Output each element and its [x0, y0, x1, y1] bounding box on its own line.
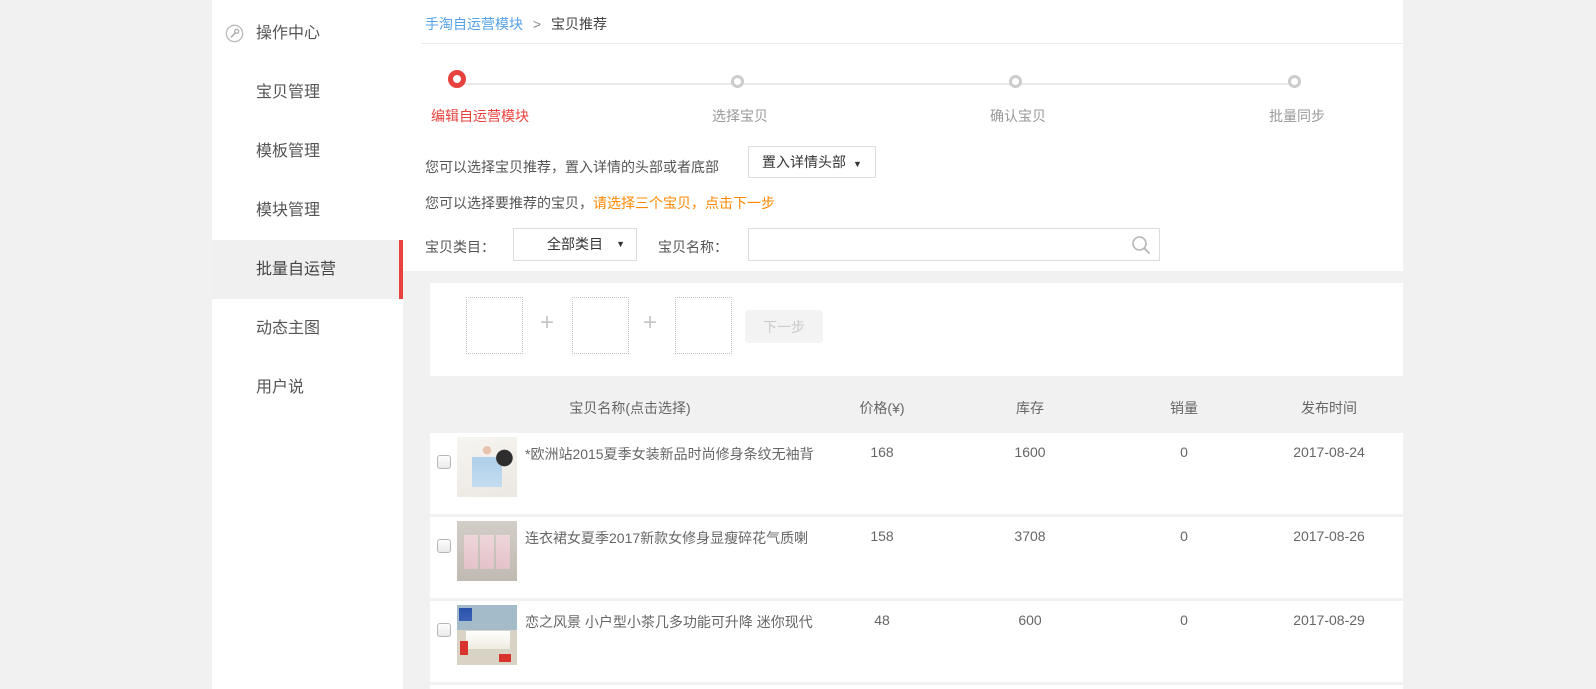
- row-checkbox[interactable]: [437, 623, 451, 637]
- sidebar: 操作中心宝贝管理模板管理模块管理批量自运营动态主图用户说: [212, 0, 403, 689]
- product-stock: 600: [1018, 612, 1041, 628]
- table-row-3[interactable]: 恋之风景 小户型小茶几多功能可升降 迷你现代 48 600 0 2017-08-29: [430, 601, 1403, 682]
- plus-icon: +: [639, 309, 661, 337]
- caret-down-icon: ▼: [616, 229, 625, 260]
- table-header-cell-1: 宝贝名称(点击选择): [569, 398, 690, 418]
- step-label-2: 选择宝贝: [660, 106, 820, 126]
- product-price: 168: [870, 444, 893, 460]
- step-dot-4: [1288, 75, 1301, 88]
- selection-hint-prefix: 您可以选择要推荐的宝贝，: [425, 195, 593, 211]
- table-body: *欧洲站2015夏季女装新品时尚修身条纹无袖背 168 1600 0 2017-08-2…: [430, 433, 1403, 685]
- category-select-value: 全部类目: [547, 236, 603, 252]
- sidebar-item-4[interactable]: 模块管理: [212, 181, 403, 240]
- name-filter-label: 宝贝名称：: [658, 237, 728, 257]
- sidebar-item-2[interactable]: 宝贝管理: [212, 63, 403, 122]
- slot-box-1[interactable]: [466, 297, 523, 354]
- magnifier-icon[interactable]: [1130, 234, 1152, 256]
- product-name: 恋之风景 小户型小茶几多功能可升降 迷你现代: [525, 612, 813, 632]
- step-dot-2: [731, 75, 744, 88]
- sidebar-item-3[interactable]: 模板管理: [212, 122, 403, 181]
- sidebar-item-label: 动态主图: [256, 320, 320, 337]
- sidebar-item-1[interactable]: 操作中心: [212, 4, 403, 63]
- placement-dropdown[interactable]: 置入详情头部 ▼: [748, 146, 876, 178]
- table-row-partial: [430, 685, 1403, 689]
- breadcrumb-current: 宝贝推荐: [551, 16, 607, 32]
- table-header-cell-2: 价格(¥): [859, 398, 904, 418]
- row-checkbox[interactable]: [437, 539, 451, 553]
- sidebar-menu: 操作中心宝贝管理模板管理模块管理批量自运营动态主图用户说: [212, 0, 403, 417]
- sidebar-item-7[interactable]: 用户说: [212, 358, 403, 417]
- table-header-cell-5: 发布时间: [1301, 398, 1357, 418]
- category-filter-label: 宝贝类目：: [425, 237, 495, 257]
- breadcrumb-separator: >: [533, 16, 541, 32]
- stepper-track: [462, 83, 1297, 85]
- table-row-1[interactable]: *欧洲站2015夏季女装新品时尚修身条纹无袖背 168 1600 0 2017-08-2…: [430, 433, 1403, 514]
- step-dot-3: [1009, 75, 1022, 88]
- recommend-slot-panel: + + 下一步: [430, 283, 1403, 376]
- row-checkbox[interactable]: [437, 455, 451, 469]
- product-sales: 0: [1180, 528, 1188, 544]
- placement-hint-text: 您可以选择宝贝推荐，置入详情的头部或者底部: [425, 157, 719, 177]
- table-header: 宝贝名称(点击选择) 价格(¥) 库存 销量 发布时间: [430, 398, 1403, 422]
- sidebar-item-label: 批量自运营: [256, 261, 336, 278]
- plus-icon: +: [536, 309, 558, 337]
- page: 操作中心宝贝管理模板管理模块管理批量自运营动态主图用户说 手淘自运营模块 > 宝…: [0, 0, 1596, 689]
- placement-dropdown-value: 置入详情头部: [762, 154, 846, 170]
- table-header-cell-3: 库存: [1016, 398, 1044, 418]
- caret-down-icon: ▼: [853, 159, 862, 169]
- product-name-search: [748, 228, 1160, 261]
- category-select[interactable]: 全部类目 ▼: [513, 228, 637, 261]
- content-header-panel: 手淘自运营模块 > 宝贝推荐 编辑自运营模块 选择宝贝 确认宝贝 批量同步 您可以选择…: [403, 0, 1403, 271]
- wrench-circle-icon: [225, 24, 244, 43]
- sidebar-item-label: 用户说: [256, 379, 304, 396]
- step-label-1: 编辑自运营模块: [400, 106, 560, 126]
- slot-box-3[interactable]: [675, 297, 732, 354]
- selection-hint-text: 您可以选择要推荐的宝贝，请选择三个宝贝，点击下一步: [425, 193, 775, 213]
- sidebar-item-label: 模块管理: [256, 202, 320, 219]
- product-sales: 0: [1180, 612, 1188, 628]
- next-step-button[interactable]: 下一步: [745, 310, 823, 343]
- search-input[interactable]: [749, 229, 1127, 260]
- product-name: *欧洲站2015夏季女装新品时尚修身条纹无袖背: [525, 444, 814, 464]
- product-price: 48: [874, 612, 890, 628]
- breadcrumb-link[interactable]: 手淘自运营模块: [425, 16, 523, 32]
- breadcrumb: 手淘自运营模块 > 宝贝推荐: [425, 14, 607, 34]
- table-row-2[interactable]: 连衣裙女夏季2017新款女修身显瘦碎花气质喇 158 3708 0 2017-08-26: [430, 517, 1403, 598]
- step-label-4: 批量同步: [1217, 106, 1377, 126]
- slot-box-2[interactable]: [572, 297, 629, 354]
- product-image-coffee-table: [457, 605, 517, 665]
- product-date: 2017-08-26: [1293, 528, 1365, 544]
- product-name: 连衣裙女夏季2017新款女修身显瘦碎花气质喇: [525, 528, 808, 548]
- step-dot-1: [448, 70, 466, 88]
- sidebar-item-5[interactable]: 批量自运营: [212, 240, 403, 299]
- product-date: 2017-08-24: [1293, 444, 1365, 460]
- product-image-blue-dress-model: [457, 437, 517, 497]
- product-date: 2017-08-29: [1293, 612, 1365, 628]
- sidebar-item-label: 宝贝管理: [256, 84, 320, 101]
- product-stock: 1600: [1014, 444, 1045, 460]
- product-price: 158: [870, 528, 893, 544]
- product-sales: 0: [1180, 444, 1188, 460]
- product-stock: 3708: [1014, 528, 1045, 544]
- product-image-floral-dress-models: [457, 521, 517, 581]
- sidebar-item-label: 操作中心: [256, 25, 320, 42]
- sidebar-item-label: 模板管理: [256, 143, 320, 160]
- step-label-3: 确认宝贝: [938, 106, 1098, 126]
- selection-hint-highlight: 请选择三个宝贝，点击下一步: [593, 195, 775, 211]
- table-header-cell-4: 销量: [1170, 398, 1198, 418]
- breadcrumb-divider: [421, 43, 1403, 44]
- sidebar-item-6[interactable]: 动态主图: [212, 299, 403, 358]
